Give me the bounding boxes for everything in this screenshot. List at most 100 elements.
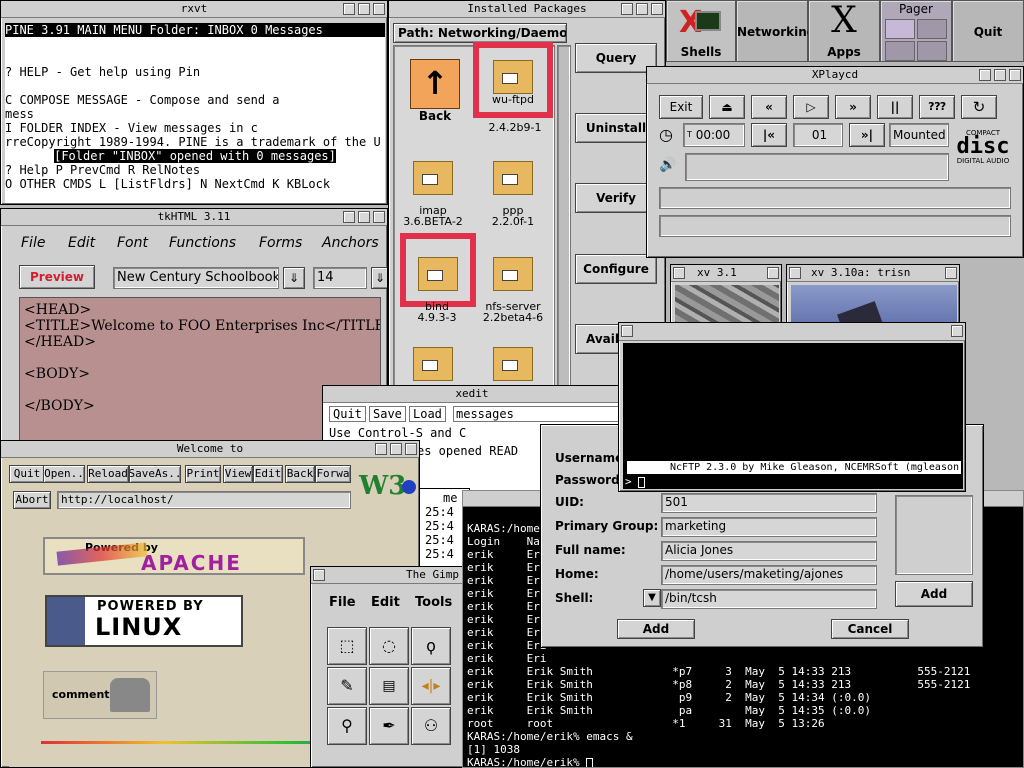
package-bind[interactable] <box>400 233 476 307</box>
package-ppp[interactable]: ppp 2.2.0f-1 <box>477 161 549 227</box>
browser-forward-button[interactable]: Forwa <box>315 465 351 483</box>
gimp-menu-edit[interactable]: Edit <box>371 595 400 610</box>
verify-button[interactable]: Verify <box>575 183 657 213</box>
browser-quit-button[interactable]: Quit <box>9 465 45 483</box>
browser-saveas-button[interactable]: SaveAs.. <box>129 465 181 483</box>
browser-view-button[interactable]: View <box>223 465 253 483</box>
package-item[interactable] <box>477 347 549 381</box>
minimize-icon[interactable] <box>390 443 402 455</box>
xedit-titlebar[interactable]: xedit <box>323 386 621 403</box>
pine-screen[interactable]: PINE 3.91 MAIN MENU Folder: INBOX 0 Mess… <box>5 23 385 203</box>
menu-file[interactable]: File <box>21 235 45 251</box>
minimize-icon[interactable] <box>358 211 370 223</box>
rxvt-titlebar[interactable]: rxvt <box>1 1 387 18</box>
close-icon[interactable] <box>405 443 417 455</box>
cancel-button[interactable]: Cancel <box>831 619 909 639</box>
xedit-filename-field[interactable]: messages <box>453 406 619 422</box>
size-dropdown-icon[interactable]: ⇓ <box>371 267 387 289</box>
minimize-icon[interactable] <box>358 3 370 15</box>
group-field[interactable]: marketing <box>661 517 877 537</box>
menu-functions[interactable]: Functions <box>169 235 236 251</box>
browser-print-button[interactable]: Print <box>185 465 221 483</box>
linux-banner[interactable]: POWERED BY LINUX <box>45 595 243 647</box>
package-imap[interactable]: imap 3.6.BETA-2 <box>397 161 469 227</box>
xplaycd-titlebar[interactable]: XPlaycd <box>647 67 1023 84</box>
maximize-icon[interactable] <box>979 69 991 81</box>
font-dropdown-icon[interactable]: ⇓ <box>283 267 305 289</box>
menu-anchors[interactable]: Anchors <box>322 235 379 251</box>
package-wu-ftpd[interactable]: wu-ftpd <box>473 42 553 118</box>
fullname-field[interactable]: Alicia Jones <box>661 541 877 561</box>
pause-icon[interactable]: || <box>877 95 913 119</box>
maximize-icon[interactable] <box>343 211 355 223</box>
group-list[interactable] <box>895 495 973 575</box>
menu-font[interactable]: Font <box>117 235 148 251</box>
package-nfs-server[interactable]: nfs-server 2.2beta4-6 <box>477 257 549 323</box>
maximize-icon[interactable] <box>343 3 355 15</box>
eject-icon[interactable]: ⏏ <box>709 95 745 119</box>
close-icon[interactable] <box>945 267 957 279</box>
uid-field[interactable]: 501 <box>661 493 877 513</box>
pager[interactable]: Pager <box>880 0 952 62</box>
eyedropper-icon[interactable]: ✒ <box>369 707 409 745</box>
maximize-icon[interactable] <box>375 443 387 455</box>
package-item[interactable] <box>397 347 469 381</box>
comments-link[interactable]: comments <box>43 671 157 719</box>
xedit-load-button[interactable]: Load <box>409 406 446 422</box>
close-icon[interactable] <box>651 3 663 15</box>
configure-button[interactable]: Configure <box>575 254 657 284</box>
gimp-menu-file[interactable]: File <box>329 595 356 610</box>
close-icon[interactable] <box>1009 69 1021 81</box>
rewind-icon[interactable]: « <box>751 95 787 119</box>
package-scrollbar[interactable] <box>557 45 571 389</box>
ncftp-titlebar[interactable] <box>619 323 965 341</box>
close-icon[interactable] <box>373 211 385 223</box>
browser-abort-button[interactable]: Abort <box>13 491 51 509</box>
xv-titlebar[interactable]: xv 3.1 <box>671 265 781 282</box>
apps-button[interactable]: X Apps <box>808 0 880 62</box>
xv-trisn-titlebar[interactable]: xv 3.10a: trisn <box>787 265 959 282</box>
menu-edit[interactable]: Edit <box>68 235 95 251</box>
add-group-button[interactable]: Add <box>895 581 973 607</box>
people-icon[interactable]: ⚇ <box>411 707 451 745</box>
window-menu-icon[interactable] <box>621 325 633 337</box>
browser-open-button[interactable]: Open.. <box>43 465 85 483</box>
shell-field[interactable]: /bin/tcsh <box>661 589 877 609</box>
window-menu-icon[interactable] <box>789 267 801 279</box>
window-menu-icon[interactable] <box>313 569 325 581</box>
url-field[interactable]: http://localhost/ <box>57 491 351 509</box>
pager-desk[interactable] <box>917 41 947 61</box>
next-track-icon[interactable]: »| <box>849 123 885 147</box>
maximize-icon[interactable] <box>621 3 633 15</box>
gimp-menu-tools[interactable]: Tools <box>415 595 452 610</box>
apache-banner[interactable]: Powered by APACHE <box>43 537 305 575</box>
back-item[interactable]: ↑ Back <box>399 59 471 122</box>
fast-forward-icon[interactable]: » <box>835 95 871 119</box>
brush-icon[interactable]: ⚲ <box>327 707 367 745</box>
previous-track-icon[interactable]: |« <box>751 123 787 147</box>
preview-button[interactable]: Preview <box>19 265 95 289</box>
shell-dropdown-icon[interactable]: ▼ <box>643 589 661 607</box>
browser-back-button[interactable]: Back <box>285 465 315 483</box>
add-button[interactable]: Add <box>617 619 695 639</box>
gimp-titlebar[interactable]: The Gimp <box>311 567 465 584</box>
networking-button[interactable]: Networking <box>736 0 815 62</box>
volume-slider[interactable] <box>685 153 949 181</box>
size-select[interactable]: 14 <box>313 267 367 289</box>
close-icon[interactable] <box>951 325 963 337</box>
window-menu-icon[interactable] <box>673 267 685 279</box>
xedit-quit-button[interactable]: Quit <box>329 406 366 422</box>
shuffle-icon[interactable]: ?⁇ <box>919 95 955 119</box>
home-field[interactable]: /home/users/maketing/ajones <box>661 565 877 585</box>
minimize-icon[interactable] <box>636 3 648 15</box>
pencil-icon[interactable]: ✎ <box>327 667 367 705</box>
font-select[interactable]: New Century Schoolbook <box>113 267 279 289</box>
minimize-icon[interactable] <box>994 69 1006 81</box>
flip-icon[interactable]: ◂|▸ <box>411 667 451 705</box>
play-icon[interactable]: ▷ <box>793 95 829 119</box>
browser-reload-button[interactable]: Reload <box>87 465 129 483</box>
welcome-titlebar[interactable]: Welcome to <box>1 441 419 458</box>
quit-button[interactable]: Quit <box>952 0 1024 62</box>
ellipse-select-icon[interactable]: ◌ <box>369 627 409 665</box>
rect-select-icon[interactable]: ⬚ <box>327 627 367 665</box>
